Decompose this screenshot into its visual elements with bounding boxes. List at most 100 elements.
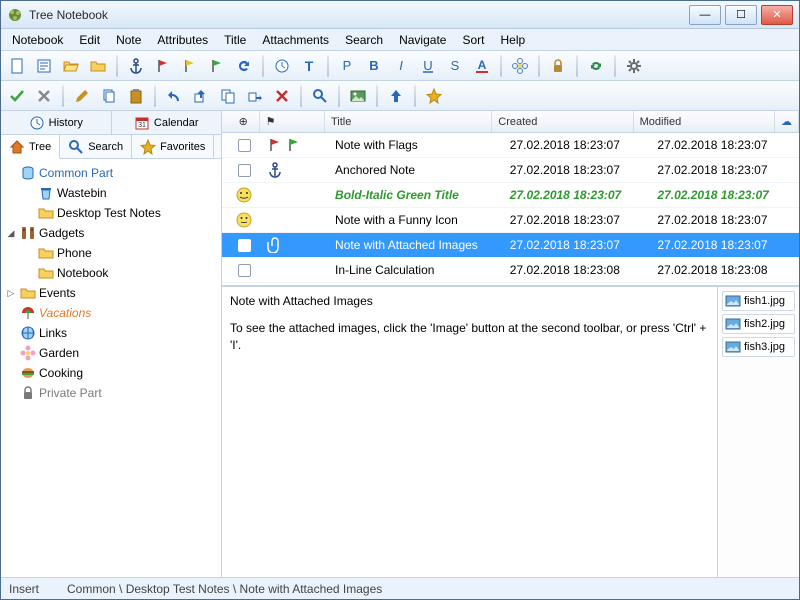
anchor-icon[interactable] xyxy=(124,54,148,78)
tree-node[interactable]: ▷Events xyxy=(1,283,221,303)
menu-search[interactable]: Search xyxy=(338,31,390,49)
menu-navigate[interactable]: Navigate xyxy=(392,31,453,49)
notes-list: Note with Flags27.02.2018 18:23:0727.02.… xyxy=(222,133,799,285)
pencil-icon[interactable] xyxy=(70,84,94,108)
paste-icon[interactable] xyxy=(124,84,148,108)
row-checkbox[interactable] xyxy=(238,264,251,277)
check-icon[interactable] xyxy=(5,84,29,108)
menu-note[interactable]: Note xyxy=(109,31,148,49)
new-note-icon[interactable] xyxy=(5,54,29,78)
window-title: Tree Notebook xyxy=(29,8,689,22)
tree-node[interactable]: Links xyxy=(1,323,221,343)
row-checkbox[interactable] xyxy=(238,239,251,252)
sync-icon[interactable] xyxy=(584,54,608,78)
svg-text:31: 31 xyxy=(138,122,146,129)
col-modified[interactable]: Modified xyxy=(634,111,775,132)
menu-attributes[interactable]: Attributes xyxy=(150,31,215,49)
menu-sort[interactable]: Sort xyxy=(455,31,491,49)
col-flag[interactable]: ⚑ xyxy=(260,111,325,132)
text-note-icon[interactable] xyxy=(32,54,56,78)
col-pin[interactable]: ⊕ xyxy=(222,111,260,132)
flag-red-icon[interactable] xyxy=(151,54,175,78)
menu-edit[interactable]: Edit xyxy=(72,31,107,49)
row-checkbox[interactable] xyxy=(238,139,251,152)
fontcolor-icon[interactable]: A xyxy=(470,54,494,78)
toolbar-main: TPB I U S A xyxy=(1,51,799,81)
lock-icon xyxy=(20,385,36,401)
image-icon[interactable] xyxy=(346,84,370,108)
tab-calendar[interactable]: 31Calendar xyxy=(112,111,222,134)
attachment-item[interactable]: fish2.jpg xyxy=(722,314,795,334)
menu-help[interactable]: Help xyxy=(493,31,532,49)
globe-icon xyxy=(20,325,36,341)
list-row[interactable]: Note with Attached Images27.02.2018 18:2… xyxy=(222,233,799,258)
bold-icon[interactable]: B xyxy=(362,54,386,78)
flag-green-icon[interactable] xyxy=(205,54,229,78)
folder-icon xyxy=(38,265,54,281)
menubar: NotebookEditNoteAttributesTitleAttachmen… xyxy=(1,29,799,51)
tree-node[interactable]: Garden xyxy=(1,343,221,363)
underline-icon[interactable]: U xyxy=(416,54,440,78)
flag-yellow-icon[interactable] xyxy=(178,54,202,78)
menu-notebook[interactable]: Notebook xyxy=(5,31,70,49)
list-row[interactable]: Anchored Note27.02.2018 18:23:0727.02.20… xyxy=(222,158,799,183)
tree-node[interactable]: Vacations xyxy=(1,303,221,323)
close-button[interactable]: ✕ xyxy=(761,5,793,25)
svg-text:U: U xyxy=(423,58,432,73)
x-icon[interactable] xyxy=(32,84,56,108)
p-icon[interactable]: P xyxy=(335,54,359,78)
tab-history[interactable]: History xyxy=(1,111,112,134)
maximize-button[interactable]: ☐ xyxy=(725,5,757,25)
clock-icon[interactable] xyxy=(270,54,294,78)
col-title[interactable]: Title xyxy=(325,111,492,132)
folder-open-icon[interactable] xyxy=(59,54,83,78)
menu-title[interactable]: Title xyxy=(217,31,253,49)
svg-text:S: S xyxy=(451,58,460,73)
lefttab-search[interactable]: Search xyxy=(60,135,132,158)
list-row[interactable]: Bold-Italic Green Title27.02.2018 18:23:… xyxy=(222,183,799,208)
move-icon[interactable] xyxy=(243,84,267,108)
gear-icon[interactable] xyxy=(622,54,646,78)
flower-icon[interactable] xyxy=(508,54,532,78)
tree-node[interactable]: Phone xyxy=(1,243,221,263)
duplicate-icon[interactable] xyxy=(216,84,240,108)
list-row[interactable]: Note with Flags27.02.2018 18:23:0727.02.… xyxy=(222,133,799,158)
tree-node[interactable]: Cooking xyxy=(1,363,221,383)
list-row[interactable]: In-Line Calculation27.02.2018 18:23:0827… xyxy=(222,258,799,283)
tree-node[interactable]: Private Part xyxy=(1,383,221,403)
svg-text:I: I xyxy=(399,58,403,73)
refresh-icon[interactable] xyxy=(232,54,256,78)
col-extra[interactable]: ☁ xyxy=(775,111,799,132)
undo-icon[interactable] xyxy=(162,84,186,108)
text-icon[interactable]: T xyxy=(297,54,321,78)
star-icon[interactable] xyxy=(422,84,446,108)
svg-text:B: B xyxy=(369,58,378,73)
folder-icon[interactable] xyxy=(86,54,110,78)
list-row[interactable]: Note with a Funny Icon27.02.2018 18:23:0… xyxy=(222,208,799,233)
up-icon[interactable] xyxy=(384,84,408,108)
tree-node[interactable]: Notebook xyxy=(1,263,221,283)
delete-icon[interactable] xyxy=(270,84,294,108)
lock-icon[interactable] xyxy=(546,54,570,78)
search-icon[interactable] xyxy=(308,84,332,108)
italic-icon[interactable]: I xyxy=(389,54,413,78)
status-mode: Insert xyxy=(9,582,39,596)
strike-icon[interactable]: S xyxy=(443,54,467,78)
tree-node[interactable]: ◢Gadgets xyxy=(1,223,221,243)
col-created[interactable]: Created xyxy=(492,111,633,132)
row-checkbox[interactable] xyxy=(238,164,251,177)
tree-node[interactable]: Wastebin xyxy=(1,183,221,203)
export-icon[interactable] xyxy=(189,84,213,108)
svg-text:A: A xyxy=(478,58,487,72)
lefttab-favorites[interactable]: Favorites xyxy=(132,135,214,158)
lefttab-tree[interactable]: Tree xyxy=(1,135,60,159)
tree-node[interactable]: Desktop Test Notes xyxy=(1,203,221,223)
attachment-item[interactable]: fish3.jpg xyxy=(722,337,795,357)
tree-node[interactable]: Common Part xyxy=(1,163,221,183)
attachment-item[interactable]: fish1.jpg xyxy=(722,291,795,311)
menu-attachments[interactable]: Attachments xyxy=(255,31,336,49)
minimize-button[interactable]: — xyxy=(689,5,721,25)
copy-icon[interactable] xyxy=(97,84,121,108)
left-tabs: TreeSearchFavorites xyxy=(1,135,221,159)
toolbar-secondary xyxy=(1,81,799,111)
